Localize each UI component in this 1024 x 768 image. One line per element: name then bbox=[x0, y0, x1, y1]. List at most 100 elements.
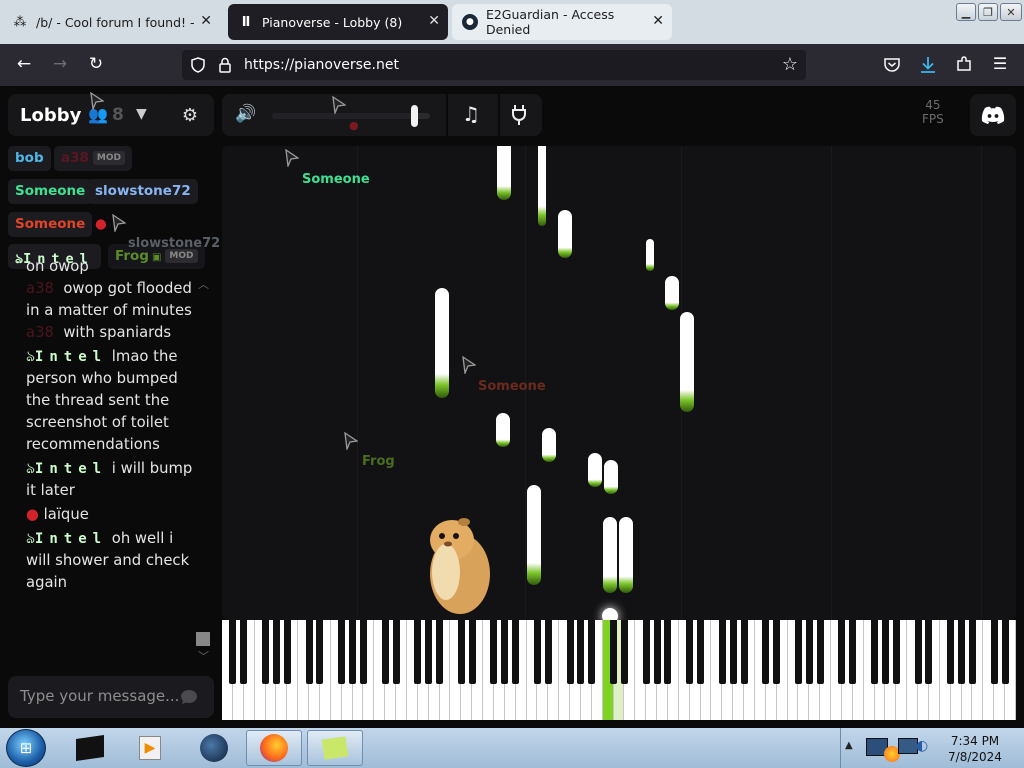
tray-expand-icon[interactable]: ▲ bbox=[845, 740, 853, 751]
piano-black-key[interactable] bbox=[762, 620, 770, 684]
volume-icon[interactable]: 🔊 bbox=[235, 104, 256, 124]
scroll-up-icon[interactable]: ︿ bbox=[198, 276, 209, 292]
clock[interactable]: 7:34 PM 7/8/2024 bbox=[935, 733, 1015, 765]
forward-icon[interactable]: → bbox=[48, 54, 72, 74]
piano-black-key[interactable] bbox=[642, 620, 650, 684]
piano-black-key[interactable] bbox=[577, 620, 585, 684]
lock-icon[interactable] bbox=[218, 57, 232, 73]
tab-forum[interactable]: ⁂ /b/ - Cool forum I found! - Ran ✕ bbox=[2, 4, 220, 40]
piano-black-key[interactable] bbox=[838, 620, 846, 684]
piano-black-key[interactable] bbox=[816, 620, 824, 684]
minimize-button[interactable]: ▁ bbox=[956, 3, 976, 21]
menu-icon[interactable]: ☰ bbox=[988, 54, 1012, 73]
piano-black-key[interactable] bbox=[240, 620, 248, 684]
user-chip-apple[interactable]: ● bbox=[88, 212, 114, 237]
piano-black-key[interactable] bbox=[359, 620, 367, 684]
piano-black-key[interactable] bbox=[958, 620, 966, 684]
piano-black-key[interactable] bbox=[533, 620, 541, 684]
piano-black-key[interactable] bbox=[686, 620, 694, 684]
volume-thumb[interactable] bbox=[411, 105, 419, 127]
piano-black-key[interactable] bbox=[457, 620, 465, 684]
scroll-thumb[interactable] bbox=[196, 632, 210, 646]
piano-black-key[interactable] bbox=[968, 620, 976, 684]
piano-black-key[interactable] bbox=[425, 620, 433, 684]
back-icon[interactable]: ← bbox=[12, 54, 36, 74]
piano-black-key[interactable] bbox=[849, 620, 857, 684]
user-chip[interactable]: bob bbox=[8, 146, 51, 171]
send-icon[interactable] bbox=[180, 689, 198, 705]
taskbar-app-globe[interactable] bbox=[186, 730, 242, 766]
tab-pianoverse[interactable]: Ⅱ Pianoverse - Lobby (8) ✕ bbox=[228, 4, 448, 40]
close-icon[interactable]: ✕ bbox=[428, 13, 440, 29]
piano-black-key[interactable] bbox=[262, 620, 269, 684]
piano-black-key[interactable] bbox=[925, 620, 933, 684]
piano-black-key[interactable] bbox=[229, 620, 237, 684]
piano-black-key[interactable] bbox=[881, 620, 889, 684]
pocket-icon[interactable] bbox=[883, 56, 901, 74]
piano-black-key[interactable] bbox=[773, 620, 781, 684]
piano-black-key[interactable] bbox=[588, 620, 596, 684]
plug-icon[interactable] bbox=[511, 104, 527, 126]
address-bar[interactable]: https://pianoverse.net ☆ bbox=[182, 50, 806, 80]
piano-black-key[interactable] bbox=[381, 620, 389, 684]
user-chip[interactable]: Someone bbox=[8, 212, 93, 237]
piano-black-key[interactable] bbox=[490, 620, 498, 684]
piano-black-key[interactable] bbox=[1001, 620, 1009, 684]
piano-black-key[interactable] bbox=[305, 620, 313, 684]
piano-black-key[interactable] bbox=[544, 620, 552, 684]
piano-black-key[interactable] bbox=[729, 620, 737, 684]
chat-input[interactable]: Type your message... bbox=[8, 676, 214, 718]
taskbar-app-media[interactable]: ▶ bbox=[122, 730, 178, 766]
piano-black-key[interactable] bbox=[468, 620, 476, 684]
piano-black-key[interactable] bbox=[892, 620, 900, 684]
piano-black-key[interactable] bbox=[392, 620, 400, 684]
music-note-icon[interactable]: ♫ bbox=[462, 102, 480, 126]
piano-black-key[interactable] bbox=[990, 620, 998, 684]
extensions-icon[interactable] bbox=[955, 55, 973, 73]
maximize-button[interactable]: ❐ bbox=[978, 3, 998, 21]
shield-icon[interactable] bbox=[190, 57, 206, 73]
piano-black-key[interactable] bbox=[436, 620, 444, 684]
piano-black-key[interactable] bbox=[664, 620, 672, 684]
piano-black-key[interactable] bbox=[414, 620, 422, 684]
reload-icon[interactable]: ↻ bbox=[84, 54, 108, 74]
piano-black-key[interactable] bbox=[566, 620, 574, 684]
piano-black-key[interactable] bbox=[653, 620, 661, 684]
piano-black-key[interactable] bbox=[338, 620, 346, 684]
piano-black-key[interactable] bbox=[349, 620, 357, 684]
piano-black-key[interactable] bbox=[794, 620, 802, 684]
download-icon[interactable] bbox=[919, 55, 937, 75]
taskbar-app-cmd[interactable] bbox=[62, 730, 118, 766]
taskbar-app-sticky-notes[interactable] bbox=[307, 730, 363, 766]
discord-button[interactable] bbox=[970, 94, 1016, 136]
tab-e2guardian[interactable]: ● E2Guardian - Access Denied ✕ bbox=[452, 4, 672, 40]
piano-black-key[interactable] bbox=[501, 620, 509, 684]
settings-button[interactable]: ⚙ bbox=[168, 94, 212, 136]
chevron-down-icon[interactable]: ▼ bbox=[136, 106, 147, 122]
piano-black-key[interactable] bbox=[512, 620, 520, 684]
close-icon[interactable]: ✕ bbox=[652, 13, 664, 29]
piano-black-key[interactable] bbox=[272, 620, 280, 684]
start-button[interactable]: ⊞ bbox=[6, 729, 46, 767]
piano-black-key[interactable] bbox=[718, 620, 726, 684]
user-chip[interactable]: a38 MOD bbox=[54, 146, 132, 171]
star-icon[interactable]: ☆ bbox=[782, 54, 798, 75]
piano-black-key[interactable] bbox=[316, 620, 324, 684]
piano-black-key[interactable] bbox=[914, 620, 922, 684]
piano-black-key[interactable] bbox=[805, 620, 813, 684]
piano-black-key[interactable] bbox=[947, 620, 955, 684]
user-chip[interactable]: Someone bbox=[8, 179, 93, 204]
user-chip[interactable]: slowstone72 bbox=[88, 179, 198, 204]
piano-black-key[interactable] bbox=[697, 620, 705, 684]
monitor-icon[interactable] bbox=[898, 738, 918, 754]
chat-scrollbar[interactable]: ︿ ﹀ bbox=[196, 276, 210, 666]
taskbar-app-firefox[interactable] bbox=[246, 730, 302, 766]
close-window-button[interactable]: ✕ bbox=[1000, 3, 1022, 21]
scroll-down-icon[interactable]: ﹀ bbox=[198, 648, 209, 664]
piano-black-key[interactable] bbox=[620, 620, 628, 684]
piano-black-key[interactable] bbox=[283, 620, 291, 684]
volume-tray-icon[interactable]: ◐ bbox=[916, 738, 928, 754]
piano-black-key[interactable] bbox=[740, 620, 748, 684]
piano-black-key[interactable] bbox=[610, 620, 618, 684]
close-icon[interactable]: ✕ bbox=[200, 13, 212, 29]
